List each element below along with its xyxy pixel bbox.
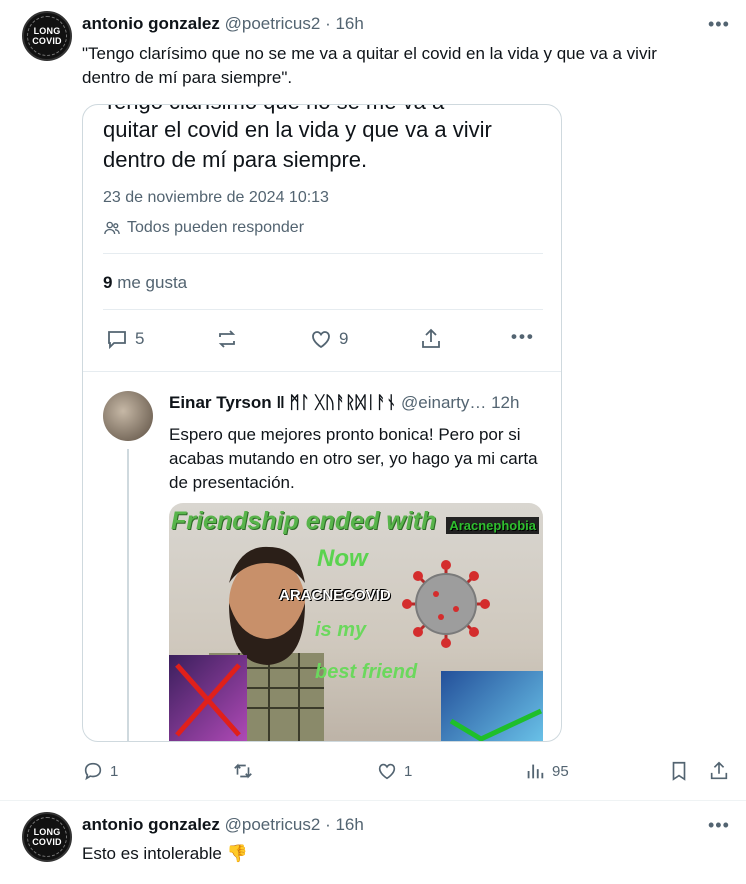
author-handle[interactable]: @poetricus2 [225, 815, 321, 834]
reply-avatar[interactable] [103, 391, 153, 441]
repost-button[interactable] [232, 760, 254, 782]
share-icon [422, 328, 440, 348]
virus-icon [402, 560, 490, 648]
like-button[interactable]: 1 [376, 760, 412, 782]
card-like-button[interactable]: 9 [309, 327, 348, 351]
embedded-screenshot[interactable]: Tengo clarísimo que no se me va a quitar… [82, 104, 562, 742]
divider [83, 371, 561, 372]
reply-author-name[interactable]: Einar Tyrson ‖ ᛗᛚ ᚷᚢᚨᚱᛞᛁᚨᚾ [169, 393, 396, 412]
tweet-2[interactable]: LONG COVID antonio gonzalez @poetricus2 … [0, 801, 746, 884]
divider [103, 309, 543, 310]
meme-caption-is-my: is my [315, 619, 367, 641]
card-reply-button[interactable]: 5 [105, 327, 144, 351]
divider [103, 253, 543, 254]
reply-icon [108, 331, 126, 350]
reply-text: Espero que mejores pronto bonica! Pero p… [169, 425, 538, 492]
card-text-line0: Tengo clarísimo que no se me va a [103, 105, 444, 115]
card-repost-button[interactable] [215, 327, 239, 351]
spider-girl-picture [169, 655, 247, 741]
reply-author-handle[interactable]: @einarty… [401, 393, 486, 412]
card-text-line2: dentro de mí para siempre. [103, 147, 368, 172]
meme-caption-tag: Aracnephobia [446, 517, 539, 534]
timestamp[interactable]: · 16h [325, 14, 364, 33]
repost-icon [234, 763, 252, 779]
heart-icon [312, 331, 330, 349]
meme-image[interactable]: Friendship ended with Aracnephobia Now A… [169, 503, 543, 741]
repost-icon [218, 330, 236, 348]
tweet-header: antonio gonzalez @poetricus2 · 16h [82, 815, 364, 835]
author-handle[interactable]: @poetricus2 [225, 14, 321, 33]
share-icon [710, 761, 728, 780]
reply-header: Einar Tyrson ‖ ᛗᛚ ᚷᚢᚨᚱᛞᛁᚨᚾ @einarty… 12h [169, 393, 519, 413]
tweet-text: "Tengo clarísimo que no se me va a quita… [82, 44, 657, 87]
tweet-header: antonio gonzalez @poetricus2 · 16h [82, 14, 364, 34]
thumbs-down-icon: 👎 [226, 844, 248, 863]
likes-summary[interactable]: 9 me gusta [103, 273, 187, 293]
reply-timestamp[interactable]: 12h [491, 393, 519, 412]
meme-caption-top: Friendship ended with [171, 507, 437, 535]
card-more-button[interactable]: ••• [511, 327, 535, 347]
reply-setting: Todos pueden responder [103, 219, 304, 237]
covid-girl-picture [441, 671, 543, 741]
timestamp[interactable]: · 16h [325, 815, 364, 834]
author-name[interactable]: antonio gonzalez [82, 815, 220, 834]
share-button[interactable] [708, 760, 730, 782]
green-check-icon [449, 708, 543, 741]
card-text-line1: quitar el covid en la vida y que va a vi… [103, 117, 492, 142]
avatar[interactable]: LONG COVID [22, 11, 72, 61]
more-options-icon[interactable]: ••• [708, 14, 730, 35]
tweet-1[interactable]: LONG COVID antonio gonzalez @poetricus2 … [0, 0, 746, 800]
heart-icon [378, 763, 396, 780]
red-x-icon [175, 663, 241, 737]
reply-icon [84, 762, 102, 781]
meme-caption-best-friend: best friend [315, 661, 418, 683]
bookmark-button[interactable] [668, 760, 690, 782]
meme-caption-now: Now [317, 545, 368, 572]
avatar[interactable]: LONG COVID [22, 812, 72, 862]
views-button[interactable]: 95 [524, 760, 569, 782]
bookmark-icon [672, 761, 686, 781]
thread-line [127, 449, 129, 741]
more-options-icon[interactable]: ••• [708, 815, 730, 836]
card-share-button[interactable] [419, 327, 443, 351]
reply-button[interactable]: 1 [82, 760, 118, 782]
views-icon [527, 764, 544, 779]
tweet-text: Esto es intolerable 👎 [82, 844, 248, 863]
author-name[interactable]: antonio gonzalez [82, 14, 220, 33]
people-icon [104, 221, 120, 235]
meme-caption-label: ARACNECOVID [279, 587, 391, 604]
card-date: 23 de noviembre de 2024 10:13 [103, 189, 329, 206]
